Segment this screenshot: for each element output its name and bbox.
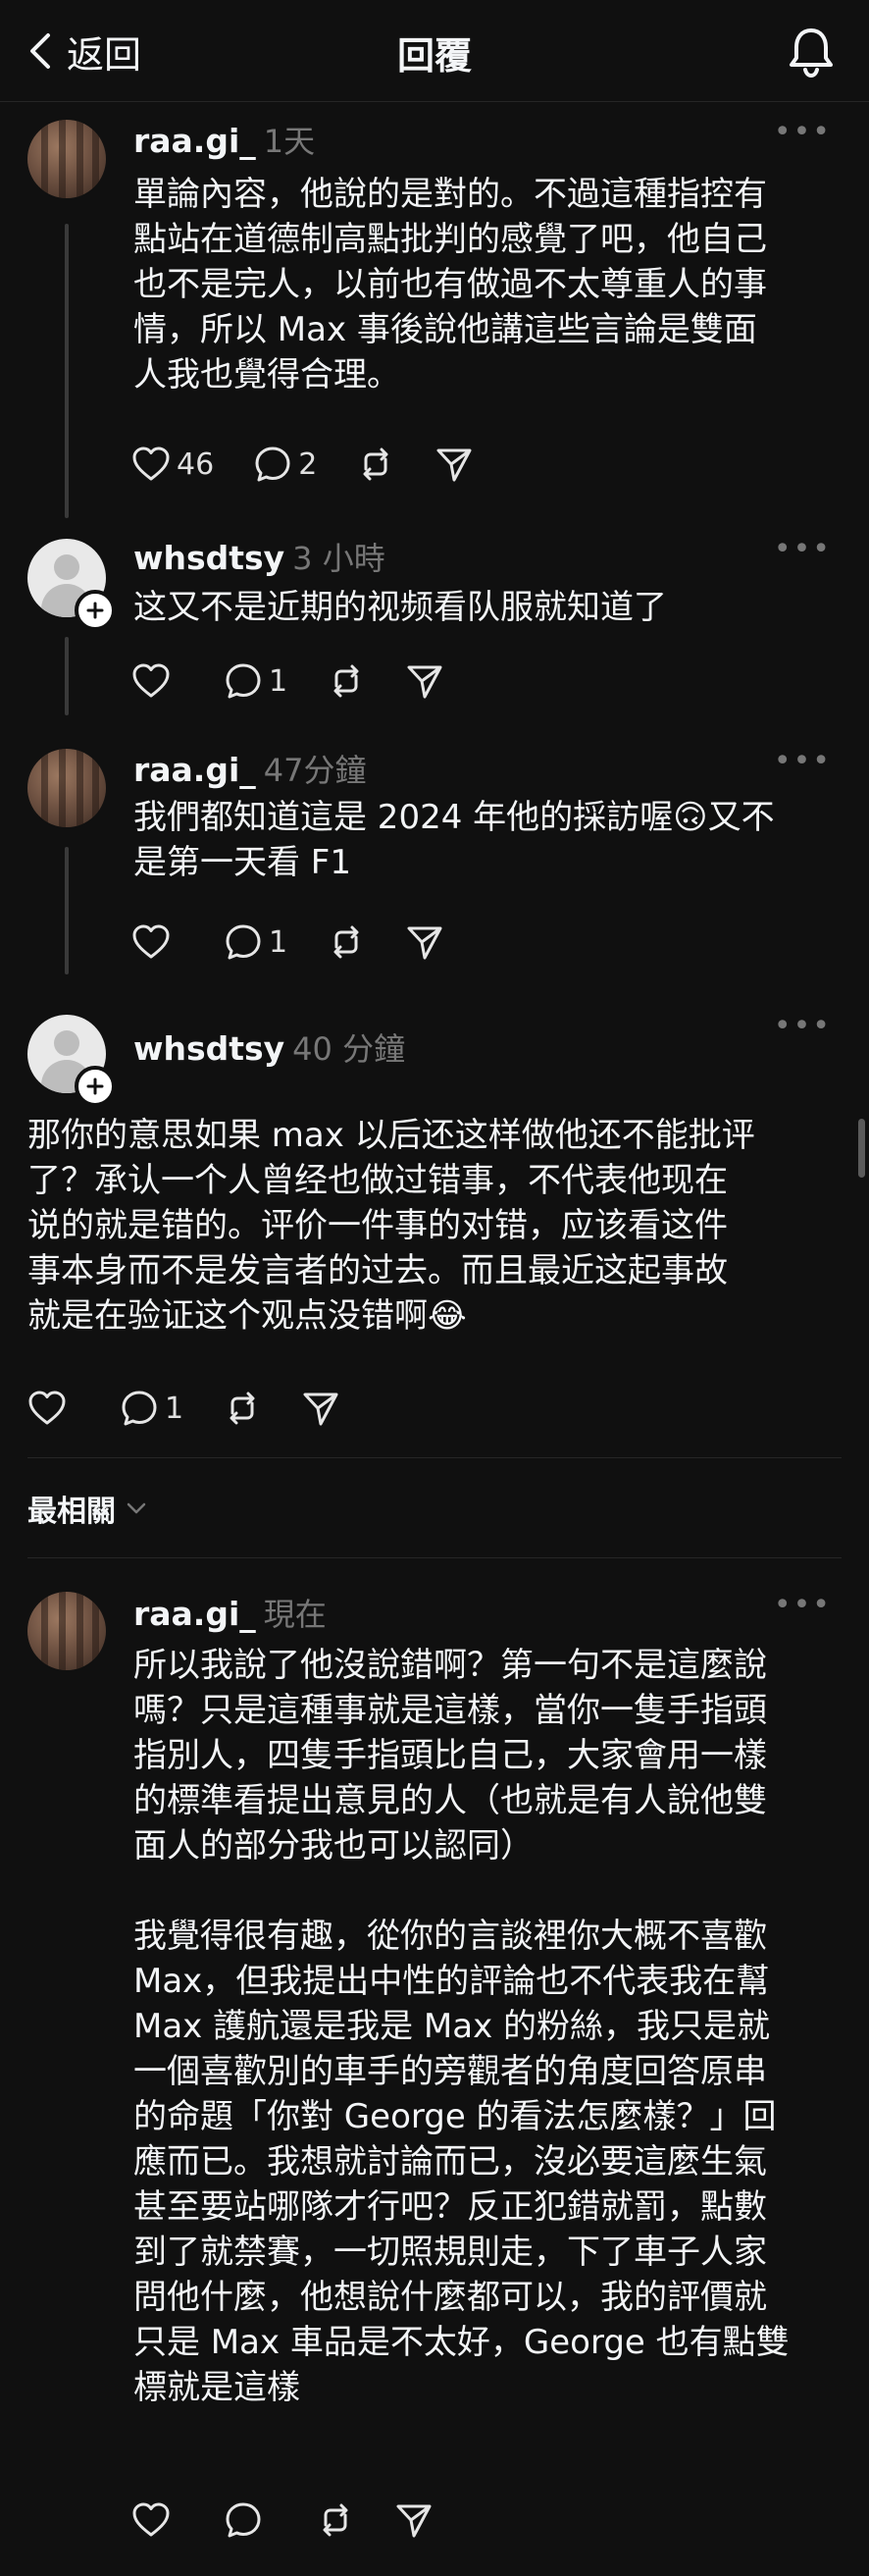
reply-button[interactable]: 2	[253, 445, 317, 484]
sort-dropdown[interactable]: 最相關	[27, 1487, 147, 1530]
repost-icon	[327, 661, 366, 701]
comment-text: 我覺得很有趣，從你的言談裡你大概不喜歡 Max，但我提出中性的評論也不代表我在幫…	[133, 1917, 790, 2407]
heart-icon	[131, 922, 171, 962]
timestamp: 3 小時	[292, 540, 385, 577]
reply-icon	[253, 445, 292, 484]
repost-button[interactable]	[327, 922, 366, 962]
thread-line	[65, 224, 69, 518]
repost-icon	[356, 445, 395, 484]
sort-label: 最相關	[27, 1495, 116, 1529]
reply-button[interactable]: 1	[224, 661, 287, 701]
notification-bell-button[interactable]	[783, 24, 840, 84]
timestamp: 47分鐘	[263, 752, 367, 789]
more-options-icon[interactable]: •••	[774, 1009, 832, 1043]
like-button[interactable]	[131, 661, 171, 701]
repost-button[interactable]	[356, 445, 395, 484]
reply-icon	[224, 661, 263, 701]
reply-count: 2	[298, 447, 318, 482]
reply-icon	[120, 1389, 159, 1428]
bell-icon	[790, 28, 833, 79]
avatar[interactable]	[27, 1592, 106, 1670]
share-button[interactable]	[405, 922, 444, 962]
like-button[interactable]: 46	[131, 445, 214, 484]
repost-button[interactable]	[316, 2500, 355, 2540]
avatar[interactable]	[27, 749, 106, 827]
like-button[interactable]	[27, 1389, 67, 1428]
repost-button[interactable]	[327, 661, 366, 701]
heart-icon	[131, 661, 171, 701]
repost-icon	[316, 2500, 355, 2540]
share-icon	[301, 1389, 340, 1428]
username[interactable]: raa.gi_	[133, 751, 256, 789]
reply-icon	[224, 2500, 263, 2540]
share-button[interactable]	[394, 2500, 434, 2540]
timestamp: 40 分鐘	[292, 1030, 406, 1068]
share-button[interactable]	[301, 1389, 340, 1428]
more-options-icon[interactable]: •••	[774, 115, 832, 149]
comment-text: 我們都知道這是 2024 年他的採訪喔🙃又不 是第一天看 F1	[133, 798, 775, 882]
top-bar: 返回 回覆	[0, 0, 869, 102]
heart-icon	[27, 1389, 67, 1428]
like-button[interactable]	[131, 2500, 171, 2540]
follow-plus-icon[interactable]	[75, 1066, 116, 1107]
more-options-icon[interactable]: •••	[774, 532, 832, 566]
more-options-icon[interactable]: •••	[774, 744, 832, 778]
comment-text: 这又不是近期的视频看队服就知道了	[133, 588, 667, 627]
repost-button[interactable]	[223, 1389, 262, 1428]
username[interactable]: raa.gi_	[133, 122, 256, 160]
like-button[interactable]	[131, 922, 171, 962]
username[interactable]: whsdtsy	[133, 539, 284, 577]
divider	[27, 1557, 842, 1558]
reply-button[interactable]: 1	[120, 1389, 183, 1428]
thread-line	[65, 637, 69, 715]
repost-icon	[223, 1389, 262, 1428]
more-options-icon[interactable]: •••	[774, 1588, 832, 1622]
like-count: 46	[177, 447, 215, 482]
heart-icon	[131, 445, 171, 484]
reply-icon	[224, 922, 263, 962]
share-icon	[394, 2500, 434, 2540]
reply-count: 1	[269, 663, 288, 699]
share-icon	[434, 445, 474, 484]
heart-icon	[131, 2500, 171, 2540]
comment-text: 那你的意思如果 max 以后还这样做他还不能批评 了？承认一个人曾经也做过错事，…	[27, 1116, 755, 1336]
reply-button[interactable]	[224, 2500, 263, 2540]
share-icon	[405, 661, 444, 701]
divider	[27, 1457, 842, 1458]
timestamp: 1天	[263, 123, 316, 160]
chevron-down-icon	[127, 1502, 146, 1514]
reply-count: 1	[269, 924, 288, 960]
share-button[interactable]	[405, 661, 444, 701]
username[interactable]: raa.gi_	[133, 1595, 256, 1633]
reply-button[interactable]: 1	[224, 922, 287, 962]
comment-text: 單論內容，他說的是對的。不過這種指控有 點站在道德制高點批判的感覺了吧，他自己 …	[133, 175, 767, 394]
share-button[interactable]	[434, 445, 474, 484]
timestamp: 現在	[263, 1596, 327, 1633]
thread-line	[65, 847, 69, 974]
repost-icon	[327, 922, 366, 962]
comment-text: 所以我說了他沒說錯啊？第一句不是這麼說 嗎？只是這種事就是這樣，當你一隻手指頭 …	[133, 1646, 767, 1866]
page-title: 回覆	[396, 34, 472, 78]
share-icon	[405, 922, 444, 962]
avatar[interactable]	[27, 120, 106, 198]
username[interactable]: whsdtsy	[133, 1029, 284, 1068]
follow-plus-icon[interactable]	[75, 590, 116, 631]
scrollbar-thumb[interactable]	[858, 1119, 865, 1178]
reply-count: 1	[165, 1391, 184, 1426]
